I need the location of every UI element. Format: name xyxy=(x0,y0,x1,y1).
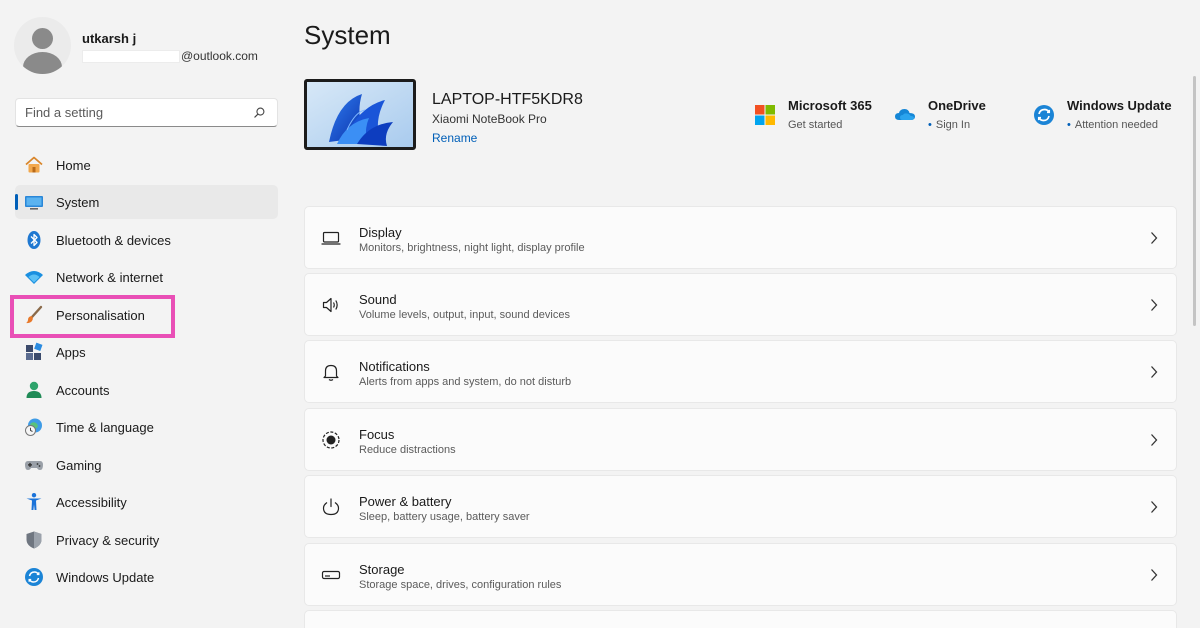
sidebar-item-bluetooth[interactable]: Bluetooth & devices xyxy=(15,223,278,257)
selection-indicator xyxy=(15,194,18,210)
sync-icon xyxy=(25,568,43,586)
profile-email: @outlook.com xyxy=(181,49,258,63)
focus-icon xyxy=(322,431,340,449)
sidebar-item-label: Time & language xyxy=(56,420,154,435)
sidebar-item-privacy-security[interactable]: Privacy & security xyxy=(15,523,278,557)
storage-icon xyxy=(321,570,341,580)
settings-card-notifications[interactable]: Notifications Alerts from apps and syste… xyxy=(304,340,1177,403)
chevron-right-icon xyxy=(1151,366,1158,378)
bluetooth-icon xyxy=(27,231,41,249)
sidebar-item-label: Accessibility xyxy=(56,495,127,510)
settings-card-storage[interactable]: Storage Storage space, drives, configura… xyxy=(304,543,1177,606)
sidebar-item-label: Windows Update xyxy=(56,570,155,585)
sidebar-item-gaming[interactable]: Gaming xyxy=(15,448,278,482)
settings-card-display[interactable]: Display Monitors, brightness, night ligh… xyxy=(304,206,1177,269)
windows-update-link[interactable]: Windows Update • Attention needed xyxy=(1033,96,1183,136)
accessibility-icon xyxy=(26,493,42,510)
sidebar-item-system[interactable]: System xyxy=(15,185,278,219)
bell-icon xyxy=(323,364,339,381)
system-icon xyxy=(25,196,43,210)
settings-card-partial[interactable] xyxy=(304,610,1177,628)
onedrive-link[interactable]: OneDrive • Sign In xyxy=(894,96,1004,136)
chevron-right-icon xyxy=(1151,232,1158,244)
sidebar: utkarsh j @outlook.com Home xyxy=(0,0,290,628)
card-subtitle: Volume levels, output, input, sound devi… xyxy=(359,309,570,321)
device-wallpaper-thumbnail[interactable] xyxy=(304,79,416,150)
annotation-highlight-box xyxy=(10,295,175,338)
accounts-icon xyxy=(26,381,42,398)
settings-card-power-battery[interactable]: Power & battery Sleep, battery usage, ba… xyxy=(304,475,1177,538)
sidebar-item-label: Accounts xyxy=(56,383,110,398)
card-subtitle: Storage space, drives, configuration rul… xyxy=(359,579,562,591)
card-title: Storage xyxy=(359,562,405,577)
card-subtitle: Sleep, battery usage, battery saver xyxy=(359,511,530,523)
speaker-icon xyxy=(322,297,338,313)
sidebar-item-label: System xyxy=(56,195,100,210)
card-title: Focus xyxy=(359,427,395,442)
page-title: System xyxy=(304,20,391,50)
card-subtitle: Monitors, brightness, night light, displ… xyxy=(359,242,585,254)
search-icon[interactable] xyxy=(254,107,265,118)
card-title: Power & battery xyxy=(359,494,452,509)
chevron-right-icon xyxy=(1151,569,1158,581)
sidebar-item-network[interactable]: Network & internet xyxy=(15,260,278,294)
sidebar-item-label: Home xyxy=(56,158,91,173)
shield-icon xyxy=(26,531,42,549)
chevron-right-icon xyxy=(1151,501,1158,513)
display-icon xyxy=(321,231,341,245)
sidebar-item-label: Gaming xyxy=(56,458,102,473)
power-icon xyxy=(322,498,340,516)
quick-link-subtitle: Get started xyxy=(788,119,843,131)
device-name: LAPTOP-HTF5KDR8 xyxy=(432,91,583,108)
chevron-right-icon xyxy=(1151,434,1158,446)
settings-card-sound[interactable]: Sound Volume levels, output, input, soun… xyxy=(304,273,1177,336)
microsoft-logo-icon xyxy=(755,105,775,125)
sidebar-item-label: Bluetooth & devices xyxy=(56,233,171,248)
microsoft-365-link[interactable]: Microsoft 365 Get started xyxy=(754,96,884,136)
chevron-right-icon xyxy=(1151,299,1158,311)
sidebar-item-time-language[interactable]: Time & language xyxy=(15,410,278,444)
sidebar-item-label: Apps xyxy=(56,345,86,360)
sidebar-item-label: Privacy & security xyxy=(56,533,160,548)
card-title: Sound xyxy=(359,292,397,307)
clock-globe-icon xyxy=(25,418,42,436)
wifi-icon xyxy=(25,271,43,284)
status-dot: • xyxy=(928,119,932,131)
sidebar-item-accounts[interactable]: Accounts xyxy=(15,373,278,407)
windows-update-icon xyxy=(1034,105,1054,125)
avatar[interactable] xyxy=(14,17,71,74)
home-icon xyxy=(25,156,43,173)
status-dot: • xyxy=(1067,119,1071,131)
redacted-email-area xyxy=(82,50,180,63)
quick-link-title: OneDrive xyxy=(928,98,986,113)
gamepad-icon xyxy=(25,461,43,470)
settings-card-focus[interactable]: Focus Reduce distractions xyxy=(304,408,1177,471)
apps-icon xyxy=(26,342,43,360)
profile-name: utkarsh j xyxy=(82,31,137,46)
sidebar-item-windows-update[interactable]: Windows Update xyxy=(15,560,278,594)
windows-bloom-wallpaper xyxy=(307,82,413,147)
rename-link[interactable]: Rename xyxy=(432,131,477,145)
sidebar-item-label: Network & internet xyxy=(56,270,163,285)
quick-link-subtitle: • Attention needed xyxy=(1067,119,1159,131)
quick-link-subtitle: • Sign In xyxy=(928,119,971,131)
quick-link-title: Windows Update xyxy=(1067,98,1172,113)
search-box[interactable] xyxy=(15,98,278,127)
search-input[interactable] xyxy=(16,99,246,126)
card-title: Notifications xyxy=(359,359,430,374)
sidebar-item-home[interactable]: Home xyxy=(15,148,278,182)
sidebar-item-apps[interactable]: Apps xyxy=(15,335,278,369)
card-subtitle: Reduce distractions xyxy=(359,444,456,456)
onedrive-icon xyxy=(895,109,915,120)
device-model: Xiaomi NoteBook Pro xyxy=(432,112,547,126)
scrollbar[interactable] xyxy=(1193,76,1196,326)
card-subtitle: Alerts from apps and system, do not dist… xyxy=(359,376,572,388)
quick-link-title: Microsoft 365 xyxy=(788,98,872,113)
card-title: Display xyxy=(359,225,402,240)
sidebar-item-accessibility[interactable]: Accessibility xyxy=(15,485,278,519)
user-profile[interactable]: utkarsh j @outlook.com xyxy=(14,17,284,75)
